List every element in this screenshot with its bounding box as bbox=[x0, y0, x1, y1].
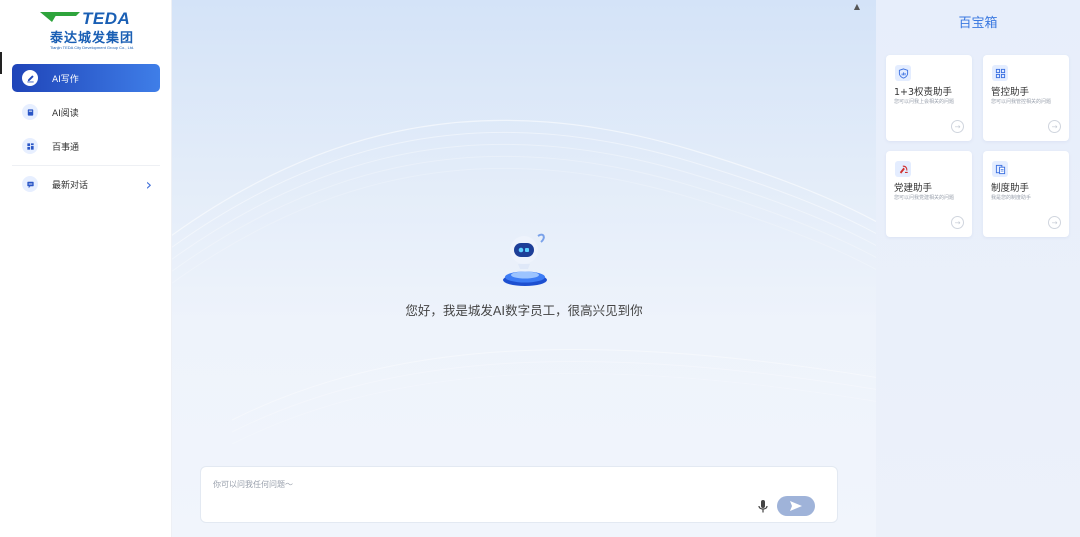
chat-main-area: ▲ 您好，我是城发AI数字员工，很高兴见到你 你可以问我任何问题～ bbox=[172, 0, 876, 537]
sidebar-item-ai-writing[interactable]: AI写作 bbox=[12, 64, 160, 92]
document-icon bbox=[992, 161, 1008, 177]
sidebar-item-label: AI写作 bbox=[52, 74, 79, 85]
party-emblem-icon bbox=[895, 161, 911, 177]
card-title: 1+3权责助手 bbox=[894, 87, 953, 98]
toolbox-card-control-assistant[interactable]: 管控助手 您可以问我管控相关的问题 → bbox=[983, 55, 1069, 141]
brand-name-en: Tianjin TEDA City Development Group Co.,… bbox=[50, 45, 135, 50]
sidebar-nav: AI写作 AI阅读 百事通 bbox=[12, 64, 160, 166]
sidebar-item-label: AI阅读 bbox=[52, 108, 79, 119]
card-description: 您可以问我党建相关的问题 bbox=[894, 195, 955, 201]
arrow-right-circle-icon[interactable]: → bbox=[1048, 120, 1061, 133]
brand-logo: TEDA 泰达城发集团 Tianjin TEDA City Developmen… bbox=[34, 8, 144, 52]
brand-name: 泰达城发集团 bbox=[50, 31, 135, 46]
card-description: 您可以问我上会相关的问题 bbox=[894, 99, 955, 105]
grid-icon bbox=[22, 138, 38, 154]
chat-input-box[interactable]: 你可以问我任何问题～ bbox=[200, 466, 838, 523]
card-description: 我是您的制度助手 bbox=[991, 195, 1032, 201]
microphone-icon[interactable] bbox=[757, 499, 769, 515]
chat-input-placeholder: 你可以问我任何问题～ bbox=[213, 480, 293, 489]
book-icon bbox=[22, 104, 38, 120]
sidebar-item-label: 最新对话 bbox=[52, 180, 89, 191]
toolbox-panel: 百宝箱 1+3权责助手 您可以问我上会相关的问题 → 管控助手 您可以问我管控相… bbox=[876, 0, 1080, 537]
arrow-right-circle-icon[interactable]: → bbox=[951, 120, 964, 133]
sidebar-item-baishitong[interactable]: 百事通 bbox=[12, 132, 160, 160]
arrow-right-circle-icon[interactable]: → bbox=[951, 216, 964, 229]
robot-avatar-icon bbox=[503, 233, 547, 286]
toolbox-card-policy-assistant[interactable]: 制度助手 我是您的制度助手 → bbox=[983, 151, 1069, 237]
card-description: 您可以问我管控相关的问题 bbox=[991, 99, 1052, 105]
sidebar-item-label: 百事通 bbox=[52, 142, 80, 153]
welcome-message: 您好，我是城发AI数字员工，很高兴见到你 bbox=[405, 303, 643, 318]
card-title: 管控助手 bbox=[991, 87, 1030, 98]
toolbox-card-party-assistant[interactable]: 党建助手 您可以问我党建相关的问题 → bbox=[886, 151, 972, 237]
shield-chart-icon bbox=[895, 65, 911, 81]
grid-apps-icon bbox=[992, 65, 1008, 81]
arrow-right-circle-icon[interactable]: → bbox=[1048, 216, 1061, 229]
pen-icon bbox=[22, 70, 38, 86]
send-icon bbox=[790, 501, 802, 511]
card-title: 党建助手 bbox=[894, 183, 933, 194]
sidebar: TEDA 泰达城发集团 Tianjin TEDA City Developmen… bbox=[0, 0, 172, 537]
sidebar-divider bbox=[12, 165, 160, 166]
window-edge-marker bbox=[0, 52, 2, 74]
collapse-caret-icon[interactable]: ▲ bbox=[854, 2, 860, 11]
sidebar-item-recent-chats[interactable]: 最新对话 › bbox=[12, 171, 160, 197]
toolbox-card-rights-assistant[interactable]: 1+3权责助手 您可以问我上会相关的问题 → bbox=[886, 55, 972, 141]
brand-mark: TEDA bbox=[82, 9, 131, 28]
logo-swoosh-icon bbox=[40, 12, 80, 22]
card-title: 制度助手 bbox=[991, 183, 1030, 194]
send-button[interactable] bbox=[777, 496, 815, 516]
chat-icon bbox=[22, 176, 38, 192]
sidebar-item-ai-reading[interactable]: AI阅读 bbox=[12, 98, 160, 126]
chevron-right-icon[interactable]: › bbox=[146, 175, 152, 194]
toolbox-title: 百宝箱 bbox=[958, 16, 998, 31]
